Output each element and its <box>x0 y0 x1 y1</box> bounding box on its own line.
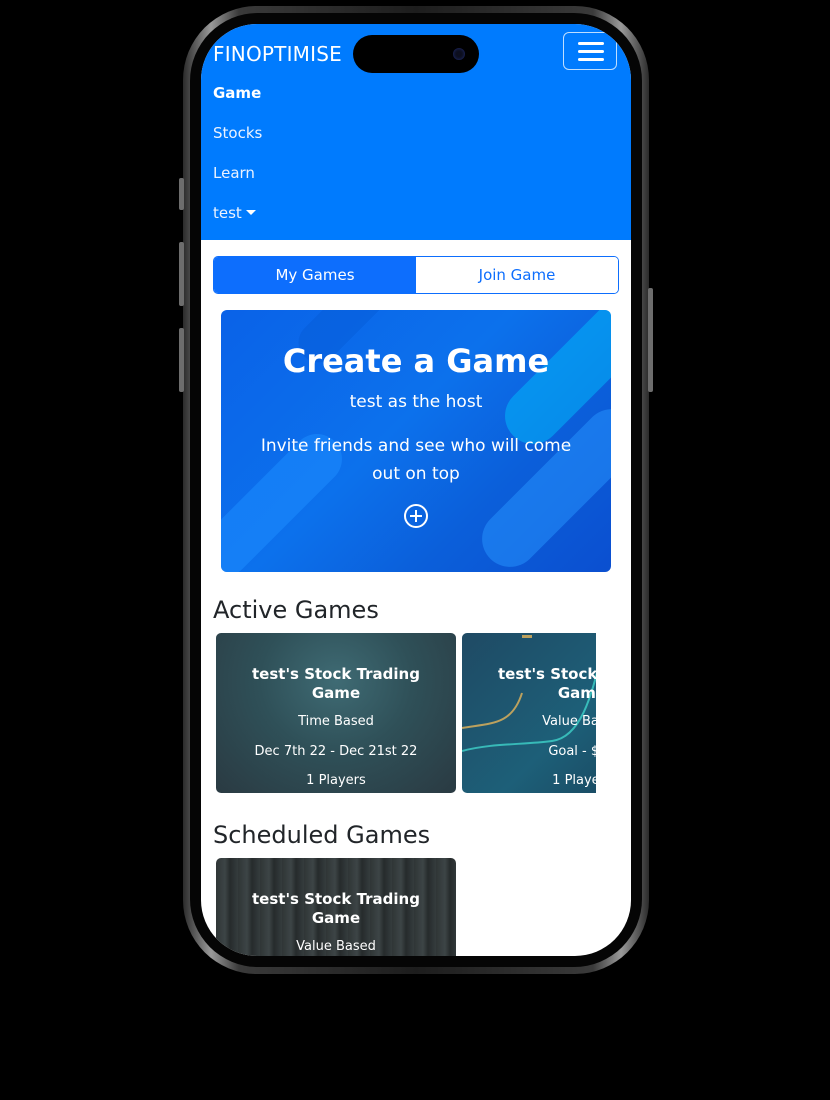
nav-item-learn[interactable]: Learn <box>213 164 255 182</box>
game-players: 1 Players <box>306 773 366 788</box>
dynamic-island <box>353 35 479 73</box>
caret-down-icon <box>245 210 256 215</box>
game-goal: Goal - $10 <box>548 744 596 759</box>
camera-icon <box>453 48 465 60</box>
chart-background-image <box>462 635 596 752</box>
game-players: 1 Players <box>552 773 596 788</box>
nav-item-stocks[interactable]: Stocks <box>213 124 262 142</box>
hamburger-icon-bar <box>578 50 604 53</box>
nav-item-user-dropdown[interactable]: test <box>213 204 256 222</box>
phone-screen: FINOPTIMISE Game Stocks Learn test My Ga… <box>201 24 631 956</box>
plus-circle-icon[interactable] <box>403 503 429 529</box>
game-title: test's Stock Trading Game <box>252 665 420 702</box>
scheduled-games-heading: Scheduled Games <box>213 821 431 849</box>
active-game-card[interactable]: test's Stock Trading Game Value Based Go… <box>462 633 596 793</box>
game-title: test's Stock Trading Game <box>498 665 596 702</box>
active-games-list: test's Stock Trading Game Time Based Dec… <box>216 633 596 795</box>
game-type: Time Based <box>298 714 374 729</box>
user-dropdown-label: test <box>213 204 242 222</box>
create-game-card[interactable]: Create a Game test as the host Invite fr… <box>221 310 611 572</box>
tab-my-games[interactable]: My Games <box>214 257 416 293</box>
brand-logo-text[interactable]: FINOPTIMISE <box>213 42 342 66</box>
hamburger-menu-button[interactable] <box>563 32 617 70</box>
game-tabs: My Games Join Game <box>213 256 619 294</box>
game-type: Value Based <box>296 939 376 954</box>
phone-action-button <box>179 178 184 210</box>
game-type: Value Based <box>542 714 596 729</box>
create-game-host: test as the host <box>349 392 483 412</box>
nav-item-game[interactable]: Game <box>213 84 261 102</box>
hamburger-icon-bar <box>578 58 604 61</box>
create-game-title: Create a Game <box>282 342 550 380</box>
scheduled-games-list: test's Stock Trading Game Value Based <box>216 858 596 956</box>
active-game-card[interactable]: test's Stock Trading Game Time Based Dec… <box>216 633 456 793</box>
phone-volume-down-button <box>179 328 184 392</box>
phone-power-button <box>648 288 653 392</box>
phone-volume-up-button <box>179 242 184 306</box>
scheduled-game-card[interactable]: test's Stock Trading Game Value Based <box>216 858 456 956</box>
hamburger-icon <box>578 42 604 45</box>
game-title: test's Stock Trading Game <box>252 890 420 927</box>
tab-join-game[interactable]: Join Game <box>416 257 618 293</box>
active-games-heading: Active Games <box>213 596 379 624</box>
create-game-description: Invite friends and see who will come out… <box>260 436 572 484</box>
game-dates: Dec 7th 22 - Dec 21st 22 <box>254 744 418 759</box>
